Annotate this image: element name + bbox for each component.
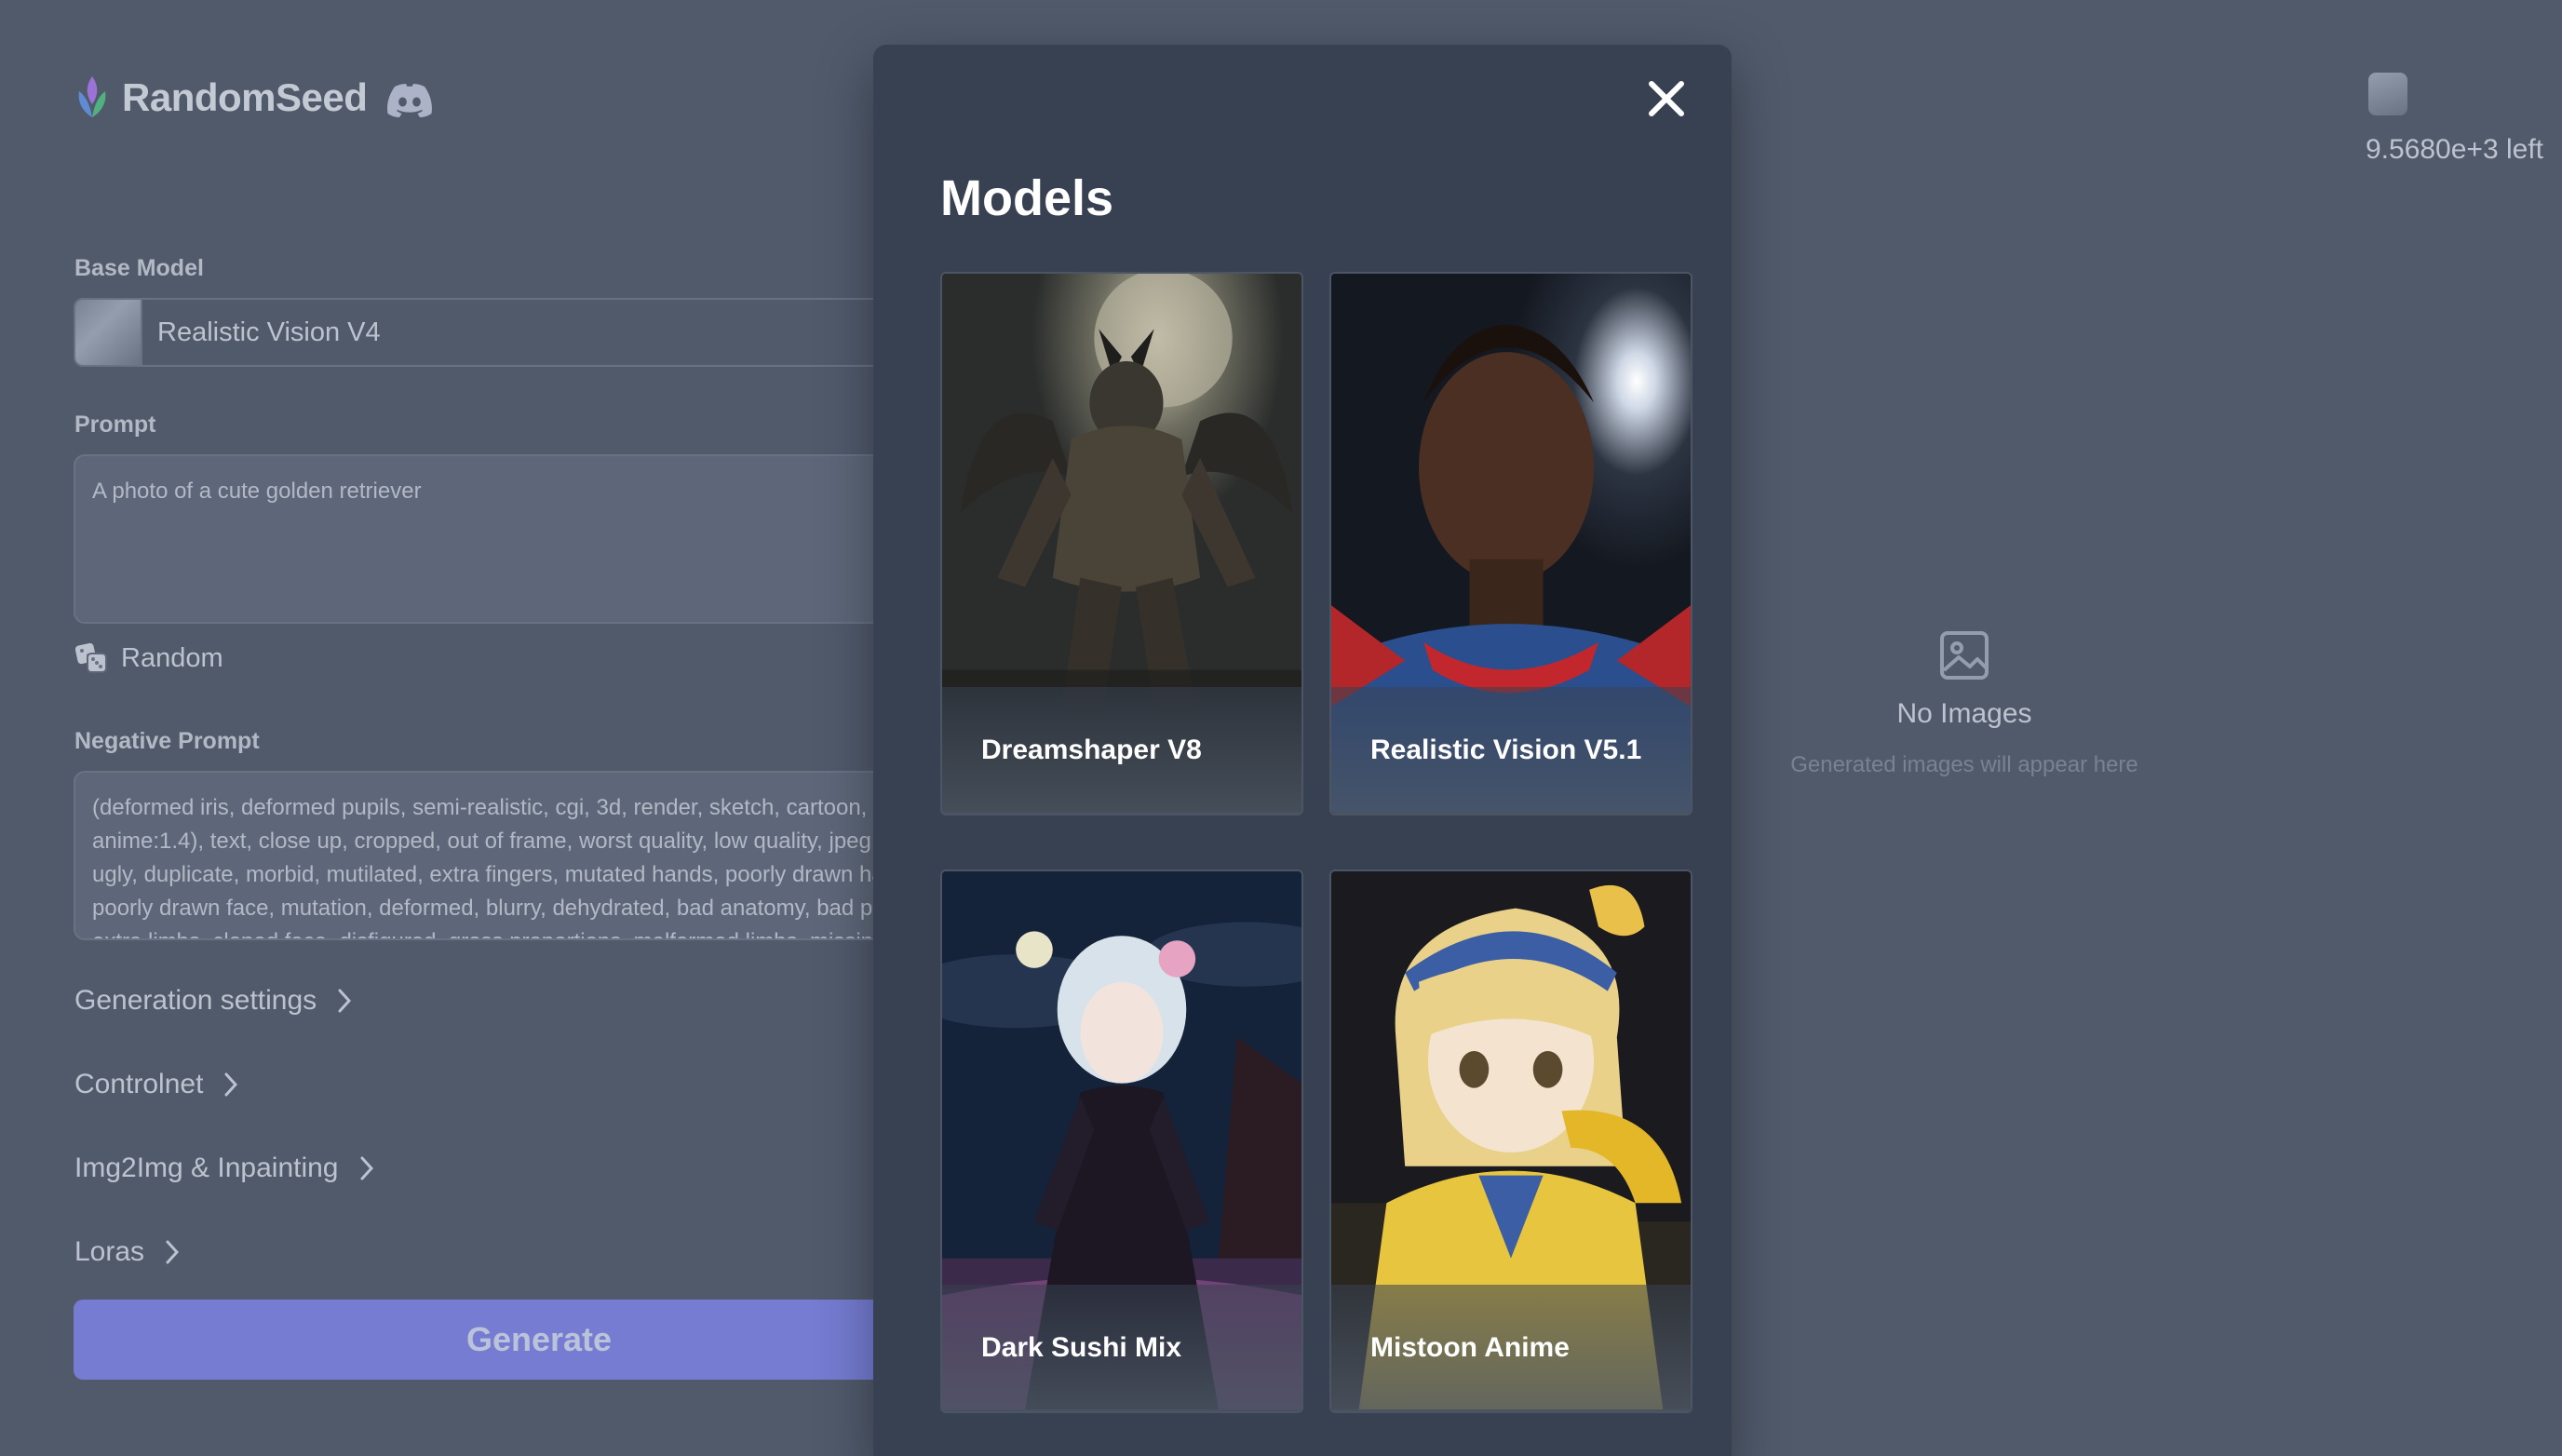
models-modal: Models Dreamshaper V8 Realistic Vision V… <box>873 45 1732 1456</box>
model-card-realistic-vision[interactable]: Realistic Vision V5.1 <box>1329 272 1692 816</box>
model-name: Dreamshaper V8 <box>942 687 1301 814</box>
close-icon[interactable] <box>1640 73 1692 125</box>
model-name: Realistic Vision V5.1 <box>1331 687 1691 814</box>
model-card-dreamshaper[interactable]: Dreamshaper V8 <box>940 272 1303 816</box>
model-card-mistoon-anime[interactable]: Mistoon Anime <box>1329 870 1692 1413</box>
modal-title: Models <box>940 170 1114 226</box>
model-card-dark-sushi-mix[interactable]: Dark Sushi Mix <box>940 870 1303 1413</box>
model-name: Dark Sushi Mix <box>942 1285 1301 1411</box>
model-name: Mistoon Anime <box>1331 1285 1691 1411</box>
